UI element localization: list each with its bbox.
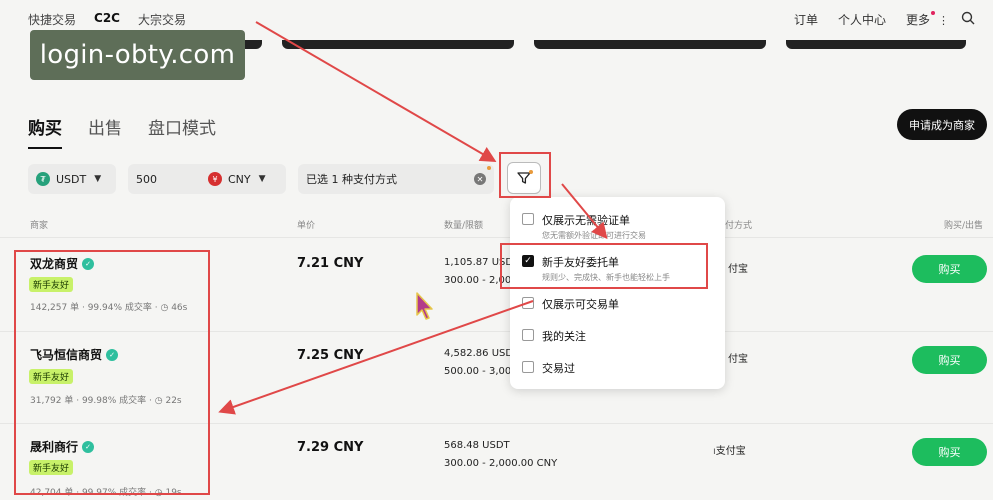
arrow-to-merchants [218, 300, 534, 415]
annotation-arrows [218, 21, 608, 415]
arrow-to-filter [255, 21, 497, 163]
cursor-icon [416, 292, 433, 320]
arrow-to-option [561, 183, 608, 240]
